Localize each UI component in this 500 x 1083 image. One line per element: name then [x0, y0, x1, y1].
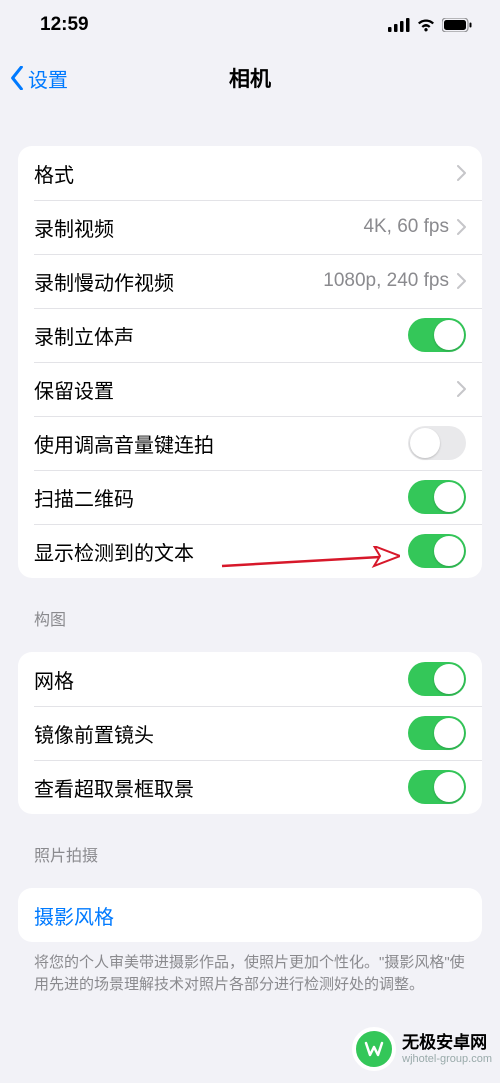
watermark-brand: 无极安卓网 [402, 1033, 492, 1053]
row-volume-burst: 使用调高音量键连拍 [18, 416, 482, 470]
row-label: 镜像前置镜头 [34, 719, 408, 748]
toggle-stereo[interactable] [408, 318, 466, 352]
toggle-mirror-front[interactable] [408, 716, 466, 750]
row-scan-qr: 扫描二维码 [18, 470, 482, 524]
toggle-scan-qr[interactable] [408, 480, 466, 514]
chevron-right-icon [457, 219, 466, 235]
row-formats[interactable]: 格式 [18, 146, 482, 200]
row-detail: 1080p, 240 fps [323, 270, 449, 292]
cellular-icon [388, 18, 410, 32]
watermark-url: wjhotel-group.com [402, 1053, 492, 1065]
row-record-slomo[interactable]: 录制慢动作视频 1080p, 240 fps [18, 254, 482, 308]
row-record-video[interactable]: 录制视频 4K, 60 fps [18, 200, 482, 254]
section-header-photo-capture: 照片拍摄 [18, 814, 482, 874]
row-label: 使用调高音量键连拍 [34, 429, 408, 458]
status-indicators [388, 18, 472, 32]
toggle-grid[interactable] [408, 662, 466, 696]
status-time: 12:59 [40, 14, 89, 36]
wifi-icon [416, 18, 436, 32]
battery-icon [442, 18, 472, 32]
row-grid: 网格 [18, 652, 482, 706]
back-label: 设置 [28, 64, 68, 93]
row-label: 录制视频 [34, 213, 363, 242]
row-mirror-front: 镜像前置镜头 [18, 706, 482, 760]
row-label: 扫描二维码 [34, 483, 408, 512]
section-footer-photo-capture: 将您的个人审美带进摄影作品，使照片更加个性化。"摄影风格"使用先进的场景理解技术… [18, 942, 482, 996]
row-label: 录制慢动作视频 [34, 267, 323, 296]
watermark: 无极安卓网 wjhotel-group.com [352, 1027, 492, 1071]
page-title: 相机 [0, 63, 500, 93]
row-label: 摄影风格 [34, 901, 466, 930]
chevron-right-icon [457, 165, 466, 181]
back-button[interactable]: 设置 [10, 64, 68, 93]
row-preserve-settings[interactable]: 保留设置 [18, 362, 482, 416]
section-header-composition: 构图 [18, 578, 482, 638]
toggle-volume-burst[interactable] [408, 426, 466, 460]
row-label: 保留设置 [34, 375, 457, 404]
row-label: 查看超取景框取景 [34, 773, 408, 802]
toggle-view-outside-frame[interactable] [408, 770, 466, 804]
chevron-right-icon [457, 273, 466, 289]
row-label: 格式 [34, 159, 457, 188]
row-record-stereo: 录制立体声 [18, 308, 482, 362]
settings-group-photo-capture: 摄影风格 [18, 888, 482, 942]
row-photo-styles[interactable]: 摄影风格 [18, 888, 482, 942]
row-show-detected-text: 显示检测到的文本 [18, 524, 482, 578]
toggle-show-detected-text[interactable] [408, 534, 466, 568]
status-bar: 12:59 [0, 0, 500, 50]
row-label: 显示检测到的文本 [34, 537, 408, 566]
row-label: 网格 [34, 665, 408, 694]
row-label: 录制立体声 [34, 321, 408, 350]
navigation-bar: 设置 相机 [0, 50, 500, 106]
row-detail: 4K, 60 fps [363, 216, 449, 238]
row-view-outside-frame: 查看超取景框取景 [18, 760, 482, 814]
chevron-right-icon [457, 381, 466, 397]
settings-group-main: 格式 录制视频 4K, 60 fps 录制慢动作视频 1080p, 240 fp… [18, 146, 482, 578]
chevron-left-icon [10, 66, 24, 90]
watermark-logo-icon [352, 1027, 396, 1071]
settings-group-composition: 网格 镜像前置镜头 查看超取景框取景 [18, 652, 482, 814]
